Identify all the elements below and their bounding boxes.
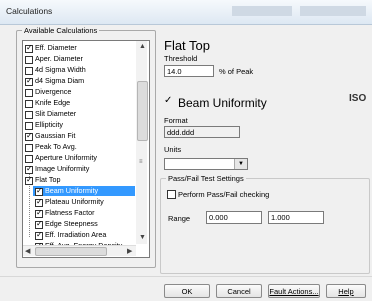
item-checkbox[interactable]: [35, 186, 43, 196]
item-checkbox[interactable]: [25, 154, 33, 163]
item-checkbox[interactable]: [35, 208, 43, 218]
passfail-checkbox-label: Perform Pass/Fail checking: [178, 190, 270, 199]
list-item[interactable]: Peak To Avg.: [23, 142, 137, 152]
list-item[interactable]: Aper. Diameter: [23, 54, 137, 64]
format-label: Format: [164, 116, 188, 125]
help-button[interactable]: Help: [326, 284, 366, 298]
background-window-tab: [300, 6, 366, 16]
list-item[interactable]: Divergence: [23, 87, 137, 97]
item-label: Divergence: [35, 87, 72, 96]
list-item[interactable]: Slit Diameter: [23, 109, 137, 119]
list-item[interactable]: Edge Steepness: [33, 219, 135, 229]
list-item[interactable]: Flat Top: [23, 175, 137, 185]
item-checkbox[interactable]: [25, 55, 33, 64]
item-checkbox[interactable]: [25, 99, 33, 108]
item-checkbox[interactable]: [25, 110, 33, 119]
title-bar: Calculations: [0, 0, 372, 25]
threshold-unit-label: % of Peak: [219, 67, 254, 76]
footer-divider: [0, 276, 372, 277]
passfail-checkbox[interactable]: [167, 190, 176, 199]
section-title: Beam Uniformity: [178, 96, 267, 110]
list-item[interactable]: Flatness Factor: [33, 208, 135, 218]
range-max-input[interactable]: 1.000: [268, 211, 324, 224]
fault-actions-button[interactable]: Fault Actions...: [268, 284, 320, 298]
item-label: Flat Top: [35, 175, 61, 184]
list-item[interactable]: Eff. Irradiation Area: [33, 230, 135, 240]
list-item[interactable]: Plateau Uniformity: [33, 197, 135, 207]
iso-logo-icon: ISO: [349, 93, 367, 104]
threshold-input[interactable]: 14.0: [164, 65, 214, 77]
available-calculations-legend: Available Calculations: [22, 26, 100, 35]
item-label: Eff. Irradiation Area: [45, 230, 107, 239]
item-checkbox[interactable]: [25, 131, 33, 141]
units-dropdown[interactable]: ▼: [164, 158, 248, 170]
item-label: Eff. Diameter: [35, 43, 77, 52]
item-label: 4d Sigma Width: [35, 65, 86, 74]
passfail-legend: Pass/Fail Test Settings: [166, 174, 246, 183]
list-item[interactable]: d4 Sigma Diam: [23, 76, 137, 86]
fault-actions-label: Fault Actions...: [269, 287, 319, 296]
format-field: ddd.ddd: [164, 126, 240, 138]
scroll-left-arrow-icon[interactable]: ◀: [25, 247, 30, 255]
window-title: Calculations: [6, 6, 53, 16]
item-label: Slit Diameter: [35, 109, 77, 118]
item-label: Gaussian Fit: [35, 131, 76, 140]
range-min-input[interactable]: 0.000: [206, 211, 262, 224]
list-item[interactable]: Knife Edge: [23, 98, 137, 108]
calculations-list[interactable]: Eff. Diameter Aper. Diameter 4d Sigma Widt…: [22, 40, 150, 258]
list-item[interactable]: 4d Sigma Width: [23, 65, 137, 75]
item-label: Knife Edge: [35, 98, 71, 107]
scroll-right-arrow-icon[interactable]: ▶: [127, 247, 132, 255]
item-checkbox[interactable]: [25, 88, 33, 97]
list-horizontal-scrollbar[interactable]: ◀ ▶: [23, 245, 136, 256]
calculations-window: Calculations Available Calculations Eff.…: [0, 0, 372, 301]
beam-uniformity-check-icon[interactable]: [164, 95, 173, 107]
units-label: Units: [164, 145, 182, 154]
list-item[interactable]: Aperture Uniformity: [23, 153, 137, 163]
ok-button[interactable]: OK: [164, 284, 210, 298]
item-label: Plateau Uniformity: [45, 197, 104, 206]
item-checkbox[interactable]: [35, 219, 43, 229]
list-item[interactable]: Gaussian Fit: [23, 131, 137, 141]
list-vertical-scrollbar[interactable]: ▲ ≡ ▼: [136, 41, 148, 244]
background-window-tab: [232, 6, 292, 16]
threshold-label: Threshold: [164, 54, 198, 63]
item-label: Ellipticity: [35, 120, 63, 129]
item-label: Flatness Factor: [45, 208, 95, 217]
item-checkbox[interactable]: [35, 230, 43, 240]
item-checkbox[interactable]: [25, 121, 33, 130]
scroll-down-arrow-icon[interactable]: ▼: [139, 234, 146, 241]
list-item[interactable]: Beam Uniformity: [33, 186, 135, 196]
vertical-scroll-thumb[interactable]: [137, 81, 148, 141]
item-checkbox[interactable]: [25, 143, 33, 152]
item-label: d4 Sigma Diam: [35, 76, 85, 85]
item-checkbox[interactable]: [25, 66, 33, 75]
item-label: Aper. Diameter: [35, 54, 83, 63]
item-label: Edge Steepness: [45, 219, 98, 228]
chevron-down-icon[interactable]: ▼: [234, 159, 247, 169]
list-item[interactable]: Ellipticity: [23, 120, 137, 130]
horizontal-scroll-thumb[interactable]: [35, 247, 107, 256]
scroll-grip-icon: ≡: [139, 159, 143, 165]
cancel-button[interactable]: Cancel: [216, 284, 262, 298]
item-checkbox[interactable]: [25, 175, 33, 185]
item-label: Beam Uniformity: [45, 186, 99, 195]
list-item[interactable]: Image Uniformity: [23, 164, 137, 174]
item-label: Peak To Avg.: [35, 142, 77, 151]
list-item[interactable]: Eff. Diameter: [23, 43, 137, 53]
scroll-up-arrow-icon[interactable]: ▲: [139, 43, 146, 50]
item-checkbox[interactable]: [25, 43, 33, 53]
item-label: Aperture Uniformity: [35, 153, 97, 162]
help-label: Help: [338, 287, 354, 296]
item-label: Image Uniformity: [35, 164, 90, 173]
panel-title: Flat Top: [164, 38, 211, 53]
item-checkbox[interactable]: [25, 164, 33, 174]
item-checkbox[interactable]: [35, 197, 43, 207]
range-label: Range: [168, 214, 191, 223]
item-checkbox[interactable]: [25, 76, 33, 86]
